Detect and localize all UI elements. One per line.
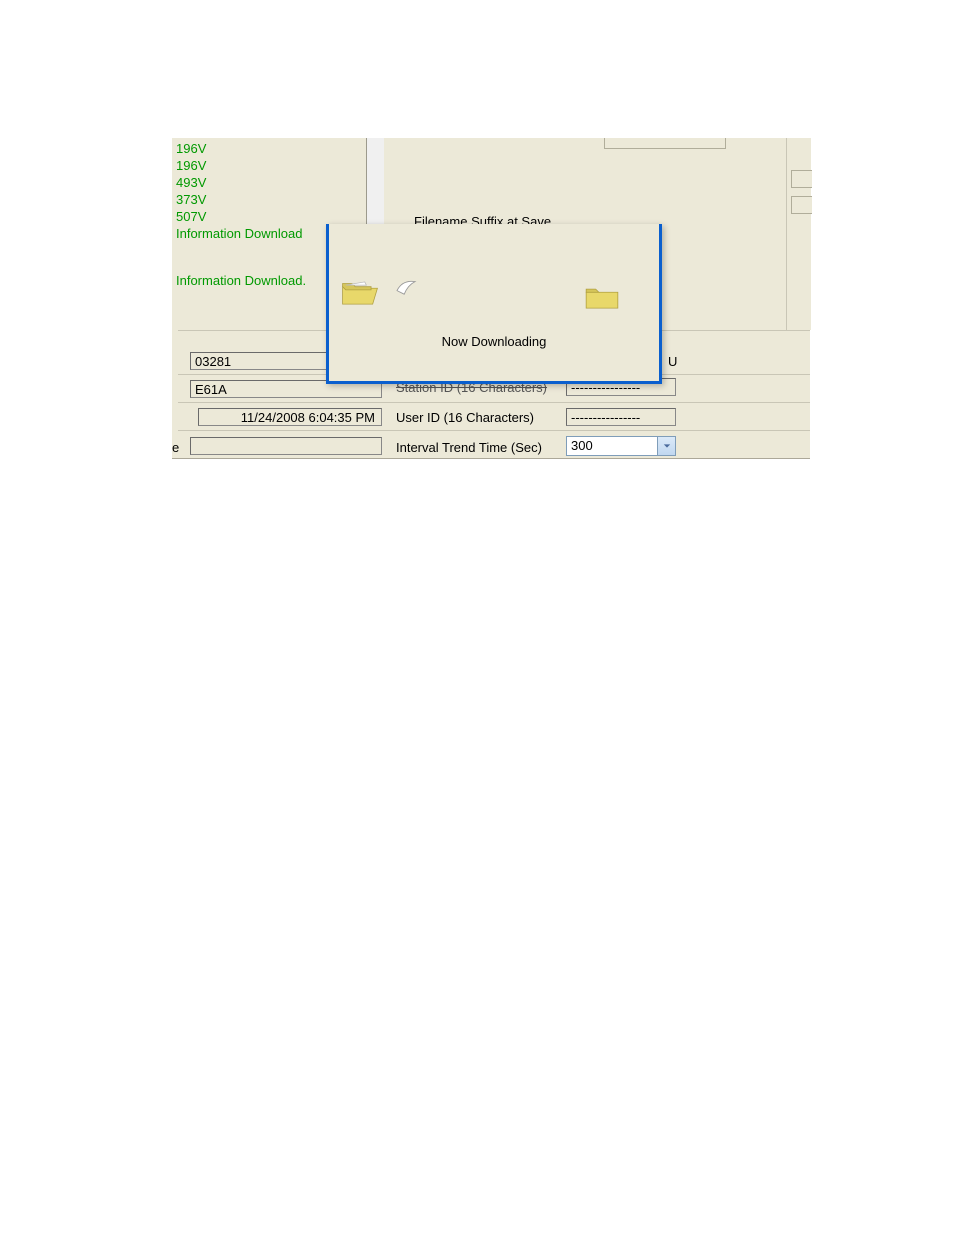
download-status-text: Now Downloading	[329, 334, 659, 349]
separator	[178, 402, 810, 403]
right-edge-panel	[786, 138, 811, 330]
suffix-u: U	[668, 354, 677, 369]
status-line: 196V	[176, 140, 306, 157]
separator	[178, 430, 810, 431]
side-button-2[interactable]	[791, 196, 812, 214]
folder-closed-icon	[583, 282, 621, 315]
interval-label: Interval Trend Time (Sec)	[396, 440, 542, 455]
folder-open-icon	[341, 278, 379, 311]
status-line: 507V	[176, 208, 306, 225]
side-button-1[interactable]	[791, 170, 812, 188]
download-dialog-body: Now Downloading	[329, 252, 659, 381]
interval-combo-value: 300	[571, 438, 593, 453]
status-log: 196V 196V 493V 373V 507V Information Dow…	[176, 140, 306, 289]
datetime-field[interactable]	[198, 408, 382, 426]
empty-field[interactable]	[190, 437, 382, 455]
status-line: Information Download	[176, 225, 306, 242]
paper-flying-icon	[395, 278, 417, 299]
chevron-down-icon[interactable]	[657, 437, 675, 455]
left-edge-label: e	[172, 440, 179, 455]
status-line: 196V	[176, 157, 306, 174]
status-line: 373V	[176, 191, 306, 208]
interval-combo[interactable]: 300	[566, 436, 676, 456]
calibration-button[interactable]	[604, 138, 726, 149]
status-line: Information Download.	[176, 272, 306, 289]
user-id-label: User ID (16 Characters)	[396, 410, 534, 425]
user-id-field[interactable]	[566, 408, 676, 426]
status-line: 493V	[176, 174, 306, 191]
